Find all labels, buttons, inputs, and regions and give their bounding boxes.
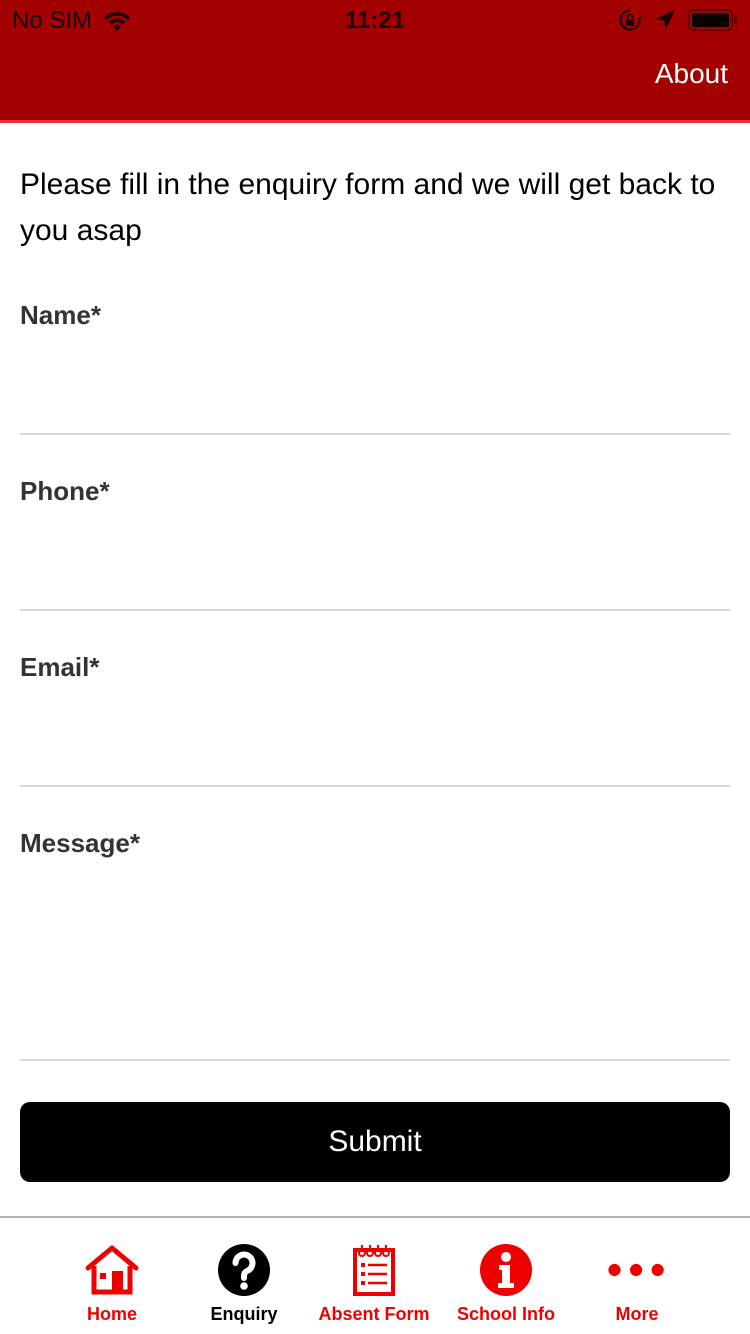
submit-button[interactable]: Submit <box>20 1102 730 1182</box>
tab-absent-form[interactable]: Absent Form <box>314 1218 434 1334</box>
notepad-list-icon <box>344 1242 404 1298</box>
more-dots-icon <box>607 1242 667 1298</box>
message-label: Message* <box>20 828 140 858</box>
phone-label: Phone* <box>20 476 110 506</box>
tab-home[interactable]: Home <box>52 1218 172 1334</box>
name-label: Name* <box>20 300 101 330</box>
intro-text: Please fill in the enquiry form and we w… <box>20 168 716 247</box>
home-icon <box>82 1242 142 1298</box>
info-circle-icon <box>476 1242 536 1298</box>
message-field-group: Message* <box>20 828 730 1061</box>
about-link[interactable]: About <box>655 58 728 90</box>
tab-label-home: Home <box>86 1304 137 1324</box>
tab-school-info[interactable]: School Info <box>446 1218 566 1334</box>
tab-bar: Home Enquiry Absent Form School Info Mor… <box>0 1216 750 1334</box>
orientation-lock-icon <box>619 9 642 31</box>
message-input[interactable] <box>20 869 730 1061</box>
tab-enquiry[interactable]: Enquiry <box>184 1218 304 1334</box>
phone-input[interactable] <box>20 517 730 611</box>
tab-label-absent-form: Absent Form <box>318 1304 430 1324</box>
email-field-group: Email* <box>20 652 730 787</box>
email-label: Email* <box>20 652 100 682</box>
name-field-group: Name* <box>20 300 730 435</box>
email-input[interactable] <box>20 693 730 787</box>
tab-label-school-info: School Info <box>457 1304 555 1324</box>
status-bar: No SIM 11:21 <box>0 0 750 40</box>
tab-label-enquiry: Enquiry <box>210 1304 278 1324</box>
status-right <box>606 8 738 32</box>
tab-label-more: More <box>615 1304 659 1324</box>
name-input[interactable] <box>20 341 730 435</box>
location-arrow-icon <box>655 10 675 30</box>
tab-more[interactable]: More <box>577 1218 697 1334</box>
battery-icon <box>688 9 737 31</box>
phone-field-group: Phone* <box>20 476 730 611</box>
app-header: No SIM 11:21 About <box>0 0 750 123</box>
question-circle-icon <box>214 1242 274 1298</box>
